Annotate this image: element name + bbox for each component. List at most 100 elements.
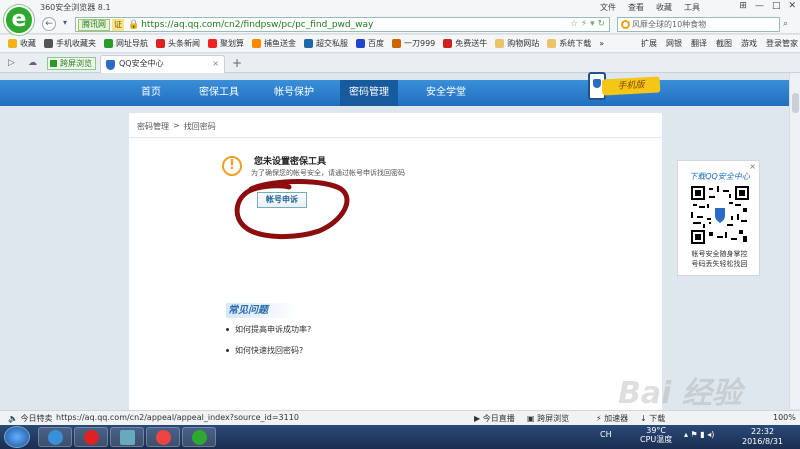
bookmark-more[interactable]: » (599, 39, 604, 48)
app-icon (48, 430, 63, 445)
shield-icon (106, 60, 115, 70)
browser-logo-icon[interactable]: e (4, 5, 34, 35)
bullet-icon (226, 328, 229, 331)
hover-url: https://aq.qq.com/cn2/appeal/appeal_inde… (56, 413, 299, 422)
bookmark-icon (356, 39, 365, 48)
search-input[interactable]: 风靡全球的10种食物 (617, 17, 780, 32)
bookmark-baidu[interactable]: 百度 (356, 38, 384, 49)
mobile-label: 手机版 (601, 76, 661, 96)
bookmarks-bar: 收藏 手机收藏夹 网址导航 头条新闻 聚划算 捕鱼送金 超交私服 百度 一刀99… (0, 35, 800, 53)
tab-title: QQ安全中心 (119, 59, 164, 68)
sidebar-toggle-icon[interactable]: ▷ (8, 58, 15, 68)
nav-account-protection[interactable]: 帐号保护 (264, 80, 324, 106)
qr-title: 下载QQ安全中心 (689, 172, 750, 181)
bookmark-juhuasuan[interactable]: 聚划算 (208, 38, 244, 49)
taskbar-app-heart[interactable] (146, 427, 180, 447)
bookmark-download[interactable]: 系统下载 (547, 38, 591, 49)
status-bar: 🔈 今日特卖 https://aq.qq.com/cn2/appeal/appe… (0, 410, 800, 425)
menu-tools[interactable]: 工具 (684, 2, 700, 13)
clock[interactable]: 22:32 2016/8/31 (742, 427, 783, 447)
translate-button[interactable]: 翻译 (691, 38, 707, 49)
address-bar[interactable]: 腾讯网 证 🔒 https://aq.qq.com/cn2/findpsw/pc… (75, 17, 610, 32)
tab-close-icon[interactable]: × (212, 56, 219, 72)
bookmark-icon (392, 39, 401, 48)
search-icon[interactable]: ⌕ (783, 19, 788, 29)
skin-icon[interactable]: ⊞ (739, 1, 747, 11)
login-manager-button[interactable]: 登录管家 (766, 38, 798, 49)
faq-title: 常见问题 (226, 303, 298, 318)
extensions-button[interactable]: 扩展 (641, 38, 657, 49)
new-tab-button[interactable]: + (232, 56, 242, 70)
taskbar-app-red[interactable] (74, 427, 108, 447)
nav-security-school[interactable]: 安全学堂 (414, 80, 478, 106)
cross-screen-status[interactable]: ▣ 跨屏浏览 (527, 413, 569, 424)
zoom-level[interactable]: 100% (773, 413, 796, 422)
folder-icon (495, 39, 505, 48)
minimize-button[interactable]: — (755, 1, 764, 11)
bookmark-news[interactable]: 头条新闻 (156, 38, 200, 49)
cross-screen-icon (50, 60, 57, 67)
warning-description: 为了确保您的帐号安全，请通过帐号申诉找回密码 (251, 169, 405, 177)
screenshot-button[interactable]: 截图 (716, 38, 732, 49)
cert-badge[interactable]: 证 (112, 18, 124, 31)
bookmark-server[interactable]: 超交私服 (304, 38, 348, 49)
tab-bar: ▷ ☁ 跨屏浏览 QQ安全中心 × + (0, 54, 800, 73)
back-button[interactable]: ← (42, 17, 56, 31)
faq-item-improve-success[interactable]: 如何提高申诉成功率? (226, 324, 311, 335)
qr-close-icon[interactable]: × (749, 162, 756, 171)
menu-file[interactable]: 文件 (600, 2, 616, 13)
bank-button[interactable]: 网银 (666, 38, 682, 49)
star-icon (8, 39, 17, 48)
bookmark-free[interactable]: 免费送牛 (443, 38, 487, 49)
bookmark-icon (208, 39, 217, 48)
search-text: 风靡全球的10种食物 (632, 20, 707, 29)
taskbar-app-chrome[interactable] (38, 427, 72, 447)
nav-password-management[interactable]: 密码管理 (340, 80, 398, 106)
bookmark-999[interactable]: 一刀999 (392, 38, 435, 49)
browser-icon (192, 430, 207, 445)
bookmark-favorites[interactable]: 收藏 (8, 38, 36, 49)
cloud-icon[interactable]: ☁ (28, 58, 37, 68)
scrollbar-thumb[interactable] (792, 93, 799, 113)
bookmark-nav[interactable]: 网址导航 (104, 38, 148, 49)
lock-icon: 🔒 (128, 19, 140, 30)
accelerator-button[interactable]: ⚡ 加速器 (596, 413, 628, 424)
daily-deals-link[interactable]: 🔈 今日特卖 (8, 413, 53, 424)
menu-favorites[interactable]: 收藏 (656, 2, 672, 13)
nav-security-tools[interactable]: 密保工具 (190, 80, 248, 106)
download-button[interactable]: ↓ 下载 (640, 413, 665, 424)
site-tag: 腾讯网 (78, 18, 110, 31)
bookmark-mobile[interactable]: 手机收藏夹 (44, 38, 96, 49)
start-button[interactable] (4, 426, 30, 448)
maximize-button[interactable]: □ (772, 1, 781, 11)
bookmark-icon (304, 39, 313, 48)
close-button[interactable]: ✕ (788, 1, 796, 11)
warning-icon: ! (222, 156, 242, 176)
tab-qq-security[interactable]: QQ安全中心 × (100, 55, 225, 73)
games-button[interactable]: 游戏 (741, 38, 757, 49)
menu-view[interactable]: 查看 (628, 2, 644, 13)
app-icon (120, 430, 135, 445)
faq-item-quick-recover[interactable]: 如何快速找回密码? (226, 345, 303, 356)
breadcrumb-separator: > (173, 121, 180, 130)
scrollbar[interactable] (789, 73, 800, 409)
bookmark-icon (252, 39, 261, 48)
nav-home[interactable]: 首页 (126, 80, 176, 106)
input-language[interactable]: CH (600, 430, 612, 439)
tray-icons[interactable]: ▴ ⚑ ▮ ◂) (684, 430, 714, 439)
bookmark-fish[interactable]: 捕鱼送金 (252, 38, 296, 49)
bookmark-icon (156, 39, 165, 48)
qr-code-icon[interactable] (691, 186, 749, 244)
breadcrumb: 密码管理 > 找回密码 (137, 121, 216, 132)
address-actions-icon[interactable]: ☆ ⚡ ▾ ↻ (570, 19, 605, 29)
account-appeal-button[interactable]: 帐号申诉 (257, 192, 307, 208)
bookmark-shopping[interactable]: 购物网站 (495, 38, 539, 49)
mobile-badge[interactable]: 手机版 (580, 72, 670, 100)
cross-screen-button[interactable]: 跨屏浏览 (47, 57, 96, 70)
taskbar-app-360[interactable] (182, 427, 216, 447)
live-link[interactable]: ▶ 今日直播 (474, 413, 515, 424)
taskbar-app-screen[interactable] (110, 427, 144, 447)
bookmark-icon (443, 39, 453, 48)
breadcrumb-password-management[interactable]: 密码管理 (137, 121, 169, 132)
dropdown-icon[interactable]: ▾ (58, 17, 72, 31)
